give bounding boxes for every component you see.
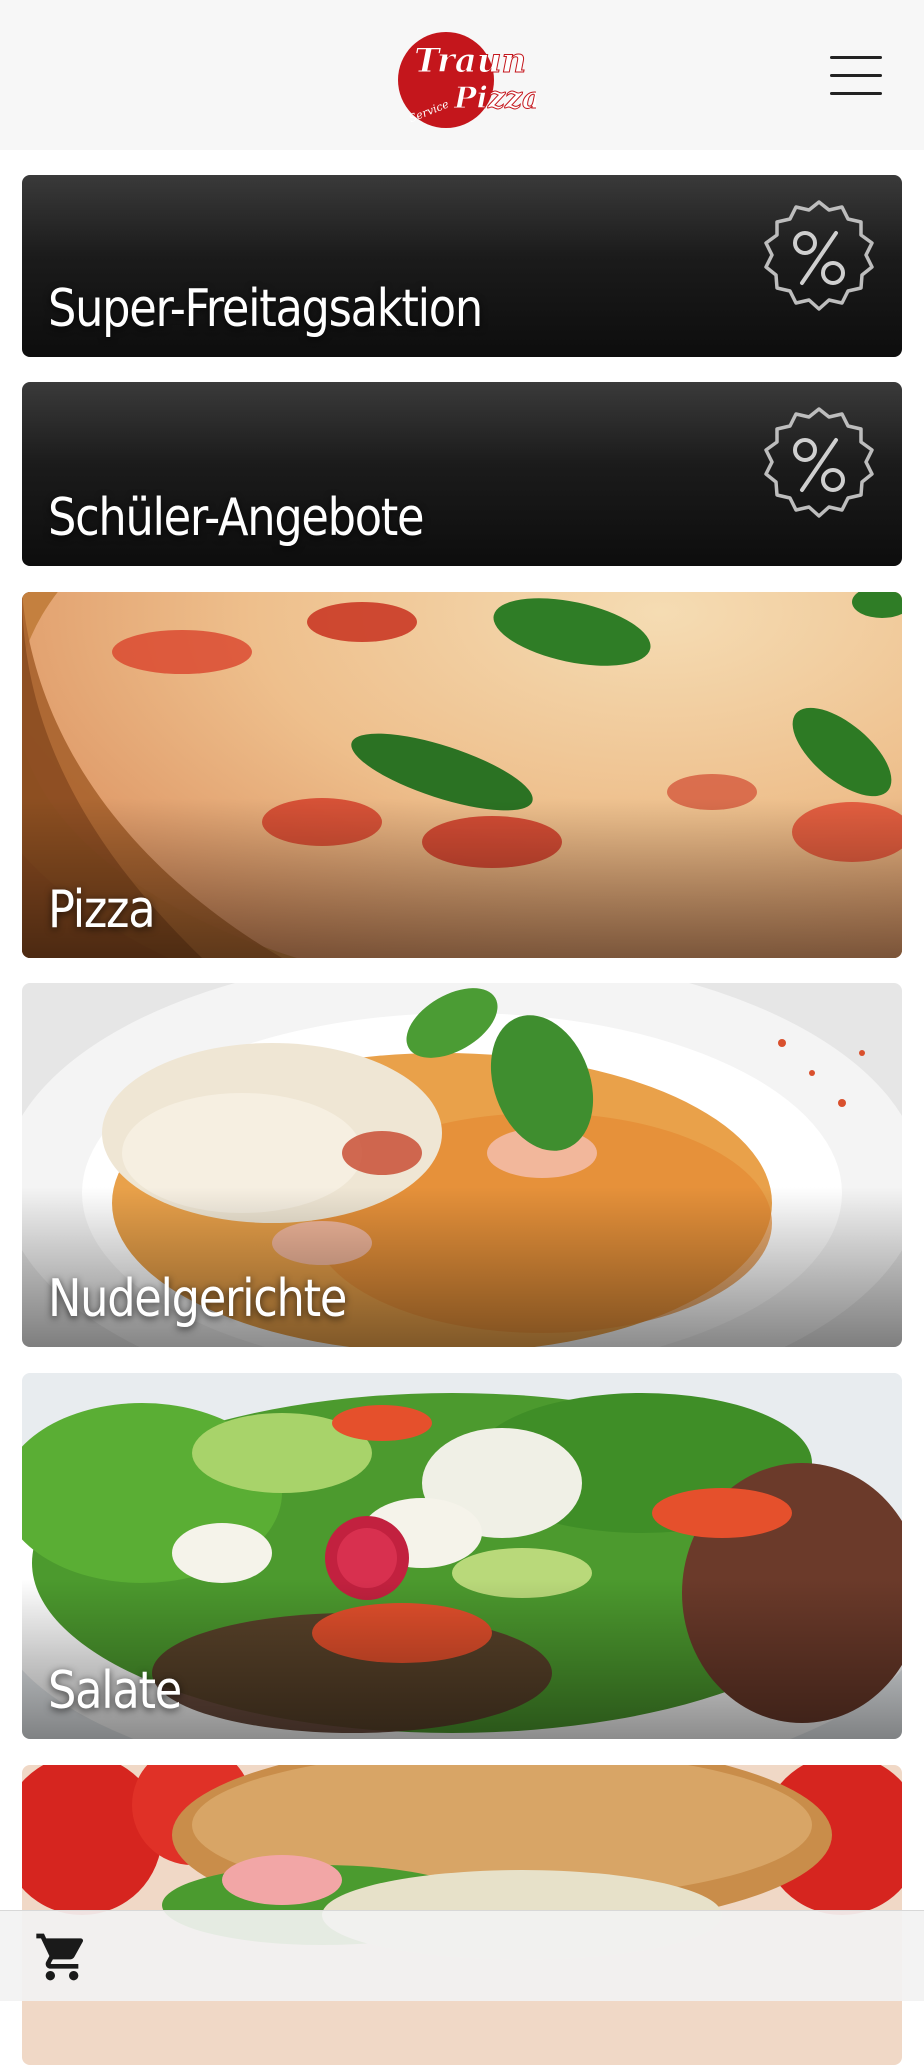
percent-badge-icon: [764, 200, 874, 311]
hamburger-menu-icon[interactable]: [826, 52, 886, 100]
category-card-super-freitagsaktion[interactable]: Super-Freitagsaktion: [22, 175, 902, 357]
category-label: Nudelgerichte: [48, 1269, 347, 1329]
category-card-schueler-angebote[interactable]: Schüler-Angebote: [22, 382, 902, 566]
cart-bar: [0, 1910, 924, 2001]
traun-pizza-logo[interactable]: Traun Pizza Service: [396, 30, 542, 130]
category-label: Super-Freitagsaktion: [48, 279, 483, 339]
percent-badge-icon: [764, 407, 874, 518]
category-label: Salate: [48, 1661, 182, 1721]
category-card-pizza[interactable]: Pizza: [22, 592, 902, 958]
shopping-cart-icon[interactable]: [34, 1929, 90, 1985]
category-label: Pizza: [48, 880, 156, 940]
category-card-nudelgerichte[interactable]: Nudelgerichte: [22, 983, 902, 1347]
category-card-salate[interactable]: Salate: [22, 1373, 902, 1739]
logo-word-traun: Traun: [414, 41, 526, 81]
app-header: Traun Pizza Service: [0, 0, 924, 150]
category-label: Schüler-Angebote: [48, 488, 425, 548]
logo-word-pizza: Pizza: [453, 81, 536, 116]
